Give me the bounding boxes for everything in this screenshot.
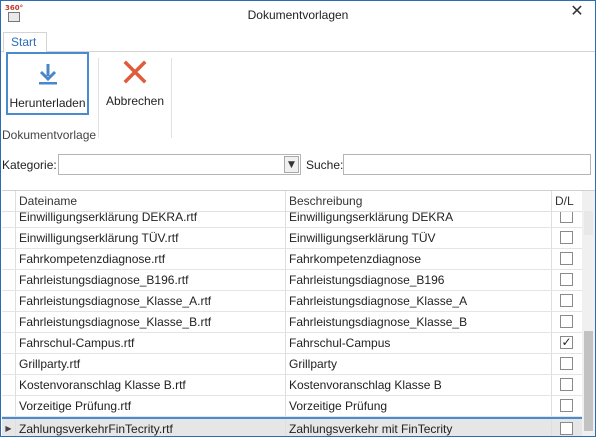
cell-dateiname[interactable]: ZahlungsverkehrFinTecrity.rtf [15,419,285,436]
cell-dateiname[interactable]: Kostenvoranschlag Klasse B.rtf [15,375,285,395]
table-row[interactable]: Fahrschul-Campus.rtf Fahrschul-Campus ✓ [2,333,582,354]
table-row[interactable]: ▶ ZahlungsverkehrFinTecrity.rtf Zahlungsve… [2,417,582,436]
row-pointer-icon [2,396,15,416]
row-pointer-icon [2,354,15,374]
cell-dl [551,312,582,332]
checkbox[interactable] [560,422,573,435]
chevron-down-icon[interactable]: ▼ [284,156,299,173]
cell-dateiname[interactable]: Fahrleistungsdiagnose_B196.rtf [15,270,285,290]
cancel-button-label: Abbrechen [105,94,165,108]
row-pointer-icon [2,228,15,248]
search-label: Suche: [306,158,344,172]
ribbon-divider [98,58,99,138]
table-row[interactable]: Einwilligungserklärung TÜV.rtf Einwilligu… [2,228,582,249]
checkbox[interactable] [560,231,573,244]
checkbox[interactable] [560,252,573,265]
cell-dl [551,419,582,436]
cell-beschreibung[interactable]: Fahrleistungsdiagnose_B196 [285,270,551,290]
cell-dl [551,270,582,290]
table-row[interactable]: Fahrkompetenzdiagnose.rtf Fahrkompetenzdi… [2,249,582,270]
cell-dl [551,249,582,269]
table-header: Dateiname Beschreibung D/L [2,191,582,212]
row-pointer-icon [2,270,15,290]
table-row[interactable]: Vorzeitige Prüfung.rtf Vorzeitige Prüfung [2,396,582,417]
scrollbar-thumb[interactable] [584,331,593,431]
checkbox[interactable] [560,294,573,307]
table-row[interactable]: Kostenvoranschlag Klasse B.rtf Kostenvora… [2,375,582,396]
cell-beschreibung[interactable]: Grillparty [285,354,551,374]
templates-table: Einwilligungserklärung DEKRA.rtf Einwilli… [2,190,595,436]
checkbox[interactable] [560,315,573,328]
checkbox[interactable] [560,357,573,370]
checkbox[interactable] [560,378,573,391]
cell-dateiname[interactable]: Einwilligungserklärung TÜV.rtf [15,228,285,248]
table-row[interactable]: Fahrleistungsdiagnose_Klasse_A.rtf Fahrle… [2,291,582,312]
cell-dl [551,228,582,248]
tab-start[interactable]: Start [3,32,47,53]
row-pointer-icon [2,333,15,353]
cell-dateiname[interactable]: Fahrkompetenzdiagnose.rtf [15,249,285,269]
filter-bar: Kategorie: ▼ Suche: [1,153,595,177]
category-label: Kategorie: [2,158,57,172]
checkbox-checked[interactable]: ✓ [560,336,573,349]
cancel-button[interactable]: Abbrechen [105,52,165,115]
cell-beschreibung[interactable]: Fahrschul-Campus [285,333,551,353]
header-dateiname[interactable]: Dateiname [15,191,285,212]
cell-beschreibung[interactable]: Einwilligungserklärung TÜV [285,228,551,248]
header-beschreibung[interactable]: Beschreibung [285,191,551,212]
close-x-icon [123,60,147,84]
row-pointer-icon [2,312,15,332]
download-button[interactable]: Herunterladen [6,52,89,115]
download-button-label: Herunterladen [9,96,86,110]
download-icon [38,64,57,85]
cell-beschreibung[interactable]: Kostenvoranschlag Klasse B [285,375,551,395]
category-select[interactable]: ▼ [58,154,301,175]
ribbon: Herunterladen Abbrechen Dokumentvorlage [1,52,595,143]
table-body: Einwilligungserklärung DEKRA.rtf Einwilli… [2,207,582,436]
table-row[interactable]: Fahrleistungsdiagnose_B196.rtf Fahrleistu… [2,270,582,291]
cell-dl [551,396,582,416]
cell-dateiname[interactable]: Fahrleistungsdiagnose_Klasse_A.rtf [15,291,285,311]
ribbon-tabs: Start [1,32,595,53]
cell-dateiname[interactable]: Fahrschul-Campus.rtf [15,333,285,353]
header-dl[interactable]: D/L [551,191,582,212]
row-pointer-icon: ▶ [5,424,12,433]
row-pointer-icon [2,291,15,311]
table-row[interactable]: Fahrleistungsdiagnose_Klasse_B.rtf Fahrle… [2,312,582,333]
title-bar: 360° Dokumentvorlagen ✕ [1,1,595,31]
ribbon-group-label: Dokumentvorlage [2,128,97,142]
row-pointer-icon [2,375,15,395]
cell-beschreibung[interactable]: Fahrleistungsdiagnose_Klasse_A [285,291,551,311]
cell-dateiname[interactable]: Grillparty.rtf [15,354,285,374]
cell-dl [551,291,582,311]
close-icon[interactable]: ✕ [567,2,587,22]
cell-dateiname[interactable]: Vorzeitige Prüfung.rtf [15,396,285,416]
cell-beschreibung[interactable]: Fahrkompetenzdiagnose [285,249,551,269]
cell-beschreibung[interactable]: Fahrleistungsdiagnose_Klasse_B [285,312,551,332]
dialog-window: 360° Dokumentvorlagen ✕ Start Herunterla… [0,0,596,437]
vertical-scrollbar[interactable] [582,191,595,436]
cell-beschreibung[interactable]: Vorzeitige Prüfung [285,396,551,416]
header-indicator [2,191,15,212]
window-title: Dokumentvorlagen [247,8,349,22]
search-input[interactable] [343,154,591,175]
table-row[interactable]: Grillparty.rtf Grillparty [2,354,582,375]
checkbox[interactable] [560,399,573,412]
checkbox[interactable] [560,273,573,286]
row-pointer-icon [2,249,15,269]
cell-dl [551,354,582,374]
cell-dl: ✓ [551,333,582,353]
cell-beschreibung[interactable]: Zahlungsverkehr mit FinTecrity [285,419,551,436]
cell-dateiname[interactable]: Fahrleistungsdiagnose_Klasse_B.rtf [15,312,285,332]
cell-dl [551,375,582,395]
ribbon-group-divider [171,58,172,138]
